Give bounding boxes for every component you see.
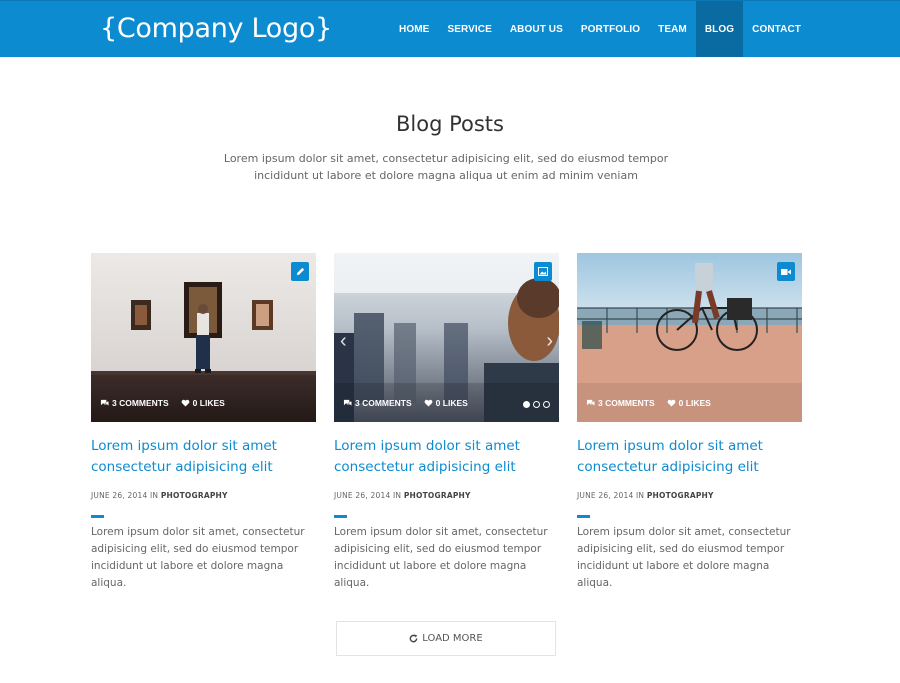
nav-home[interactable]: HOME bbox=[390, 1, 438, 57]
next-slide-arrow[interactable]: › bbox=[546, 331, 553, 351]
main-nav: HOME SERVICE ABOUT US PORTFOLIO TEAM BLO… bbox=[390, 1, 810, 57]
likes-count[interactable]: 0 LIKES bbox=[667, 398, 711, 408]
heart-icon bbox=[424, 399, 433, 407]
pencil-icon bbox=[296, 267, 304, 276]
nav-portfolio[interactable]: PORTFOLIO bbox=[572, 1, 649, 57]
gallery-photo bbox=[91, 253, 316, 422]
post-image-gallery[interactable]: 3 COMMENTS 0 LIKES bbox=[91, 253, 316, 422]
post-title[interactable]: Lorem ipsum dolor sit amet consectetur a… bbox=[334, 436, 559, 478]
prev-slide-arrow[interactable]: ‹ bbox=[340, 331, 347, 351]
load-more-button[interactable]: LOAD MORE bbox=[336, 621, 556, 656]
comments-label: 3 COMMENTS bbox=[355, 398, 412, 408]
likes-count[interactable]: 0 LIKES bbox=[181, 398, 225, 408]
likes-label: 0 LIKES bbox=[678, 398, 711, 408]
post-meta-overlay: 3 COMMENTS 0 LIKES bbox=[586, 398, 711, 408]
post-type-badge bbox=[534, 262, 552, 281]
video-icon bbox=[781, 268, 791, 275]
load-more-label: LOAD MORE bbox=[422, 633, 483, 644]
image-icon bbox=[538, 267, 548, 276]
post-excerpt: Lorem ipsum dolor sit amet, consectetur … bbox=[577, 526, 791, 589]
heart-icon bbox=[667, 399, 676, 407]
post-title[interactable]: Lorem ipsum dolor sit amet consectetur a… bbox=[91, 436, 316, 478]
refresh-icon bbox=[409, 634, 418, 643]
post-category[interactable]: PHOTOGRAPHY bbox=[404, 491, 471, 500]
post-date: JUNE 26, 2014 IN PHOTOGRAPHY bbox=[577, 491, 802, 500]
post-excerpt: Lorem ipsum dolor sit amet, consectetur … bbox=[91, 526, 305, 589]
slider-dots bbox=[523, 401, 550, 408]
company-logo[interactable]: {Company Logo} bbox=[100, 13, 332, 45]
comments-count[interactable]: 3 COMMENTS bbox=[343, 398, 412, 408]
post-meta-overlay: 3 COMMENTS 0 LIKES bbox=[343, 398, 468, 408]
post-category[interactable]: PHOTOGRAPHY bbox=[647, 491, 714, 500]
section-title: Blog Posts bbox=[396, 112, 504, 136]
post-image-video[interactable]: 3 COMMENTS 0 LIKES bbox=[577, 253, 802, 422]
post-title[interactable]: Lorem ipsum dolor sit amet consectetur a… bbox=[577, 436, 802, 478]
comments-icon bbox=[100, 399, 109, 406]
divider bbox=[91, 515, 104, 518]
nav-blog[interactable]: BLOG bbox=[695, 1, 744, 57]
blog-card: 3 COMMENTS 0 LIKES Lorem ipsum dolor sit… bbox=[577, 253, 802, 592]
comments-label: 3 COMMENTS bbox=[598, 398, 655, 408]
post-date-text: JUNE 26, 2014 IN bbox=[577, 491, 645, 500]
navbar: {Company Logo} HOME SERVICE ABOUT US POR… bbox=[0, 0, 900, 57]
post-type-badge bbox=[777, 262, 795, 281]
blog-card: 3 COMMENTS 0 LIKES Lorem ipsum dolor sit… bbox=[91, 253, 316, 592]
post-date: JUNE 26, 2014 IN PHOTOGRAPHY bbox=[91, 491, 316, 500]
post-category[interactable]: PHOTOGRAPHY bbox=[161, 491, 228, 500]
post-date: JUNE 26, 2014 IN PHOTOGRAPHY bbox=[334, 491, 559, 500]
comments-count[interactable]: 3 COMMENTS bbox=[100, 398, 169, 408]
post-date-text: JUNE 26, 2014 IN bbox=[334, 491, 402, 500]
nav-team[interactable]: TEAM bbox=[649, 1, 696, 57]
comments-icon bbox=[586, 399, 595, 406]
slider-dot[interactable] bbox=[533, 401, 540, 408]
post-excerpt: Lorem ipsum dolor sit amet, consectetur … bbox=[334, 526, 548, 589]
nav-contact[interactable]: CONTACT bbox=[743, 1, 810, 57]
likes-label: 0 LIKES bbox=[435, 398, 468, 408]
nav-service[interactable]: SERVICE bbox=[438, 1, 500, 57]
nav-about-us[interactable]: ABOUT US bbox=[501, 1, 572, 57]
comments-count[interactable]: 3 COMMENTS bbox=[586, 398, 655, 408]
post-image-slider[interactable]: ‹ › 3 COMMENTS 0 LIKES bbox=[334, 253, 559, 422]
divider bbox=[334, 515, 347, 518]
post-type-badge bbox=[291, 262, 309, 281]
slider-dot[interactable] bbox=[543, 401, 550, 408]
post-date-text: JUNE 26, 2014 IN bbox=[91, 491, 159, 500]
post-meta-overlay: 3 COMMENTS 0 LIKES bbox=[100, 398, 225, 408]
blog-card: ‹ › 3 COMMENTS 0 LIKES Lorem ipsum dolor… bbox=[334, 253, 559, 592]
comments-label: 3 COMMENTS bbox=[112, 398, 169, 408]
comments-icon bbox=[343, 399, 352, 406]
heart-icon bbox=[181, 399, 190, 407]
bicycle-photo bbox=[577, 253, 802, 422]
likes-label: 0 LIKES bbox=[192, 398, 225, 408]
likes-count[interactable]: 0 LIKES bbox=[424, 398, 468, 408]
airplane-photo bbox=[334, 253, 559, 422]
slider-dot[interactable] bbox=[523, 401, 530, 408]
divider bbox=[577, 515, 590, 518]
section-subtitle: Lorem ipsum dolor sit amet, consectetur … bbox=[223, 152, 669, 182]
